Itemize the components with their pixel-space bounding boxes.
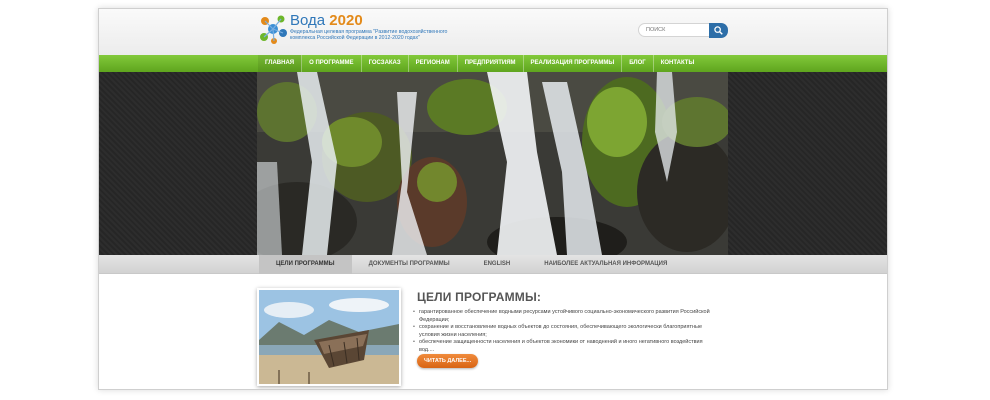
tab-bar: ЦЕЛИ ПРОГРАММЫ ДОКУМЕНТЫ ПРОГРАММЫ ENGLI… <box>99 255 887 274</box>
search-button[interactable] <box>709 23 728 38</box>
nav-item-regions[interactable]: РЕГИОНАМ <box>409 55 458 72</box>
nav-item-about[interactable]: О ПРОГРАММЕ <box>302 55 362 72</box>
search-icon <box>714 26 723 35</box>
nav-item-home[interactable]: ГЛАВНАЯ <box>258 55 303 72</box>
content-title: ЦЕЛИ ПРОГРАММЫ: <box>417 290 542 304</box>
list-item: сохранение и восстановление водных объек… <box>411 324 716 339</box>
logo-icon[interactable] <box>257 13 289 45</box>
main-nav: ГЛАВНАЯ О ПРОГРАММЕ ГОСЗАКАЗ РЕГИОНАМ ПР… <box>99 55 887 72</box>
tab-program-goals[interactable]: ЦЕЛИ ПРОГРАММЫ <box>259 255 352 274</box>
content-section: ЦЕЛИ ПРОГРАММЫ: гарантированное обеспече… <box>99 274 887 389</box>
nav-item-goszakaz[interactable]: ГОСЗАКАЗ <box>362 55 409 72</box>
logo-title[interactable]: Вода 2020 <box>290 12 363 29</box>
tab-program-documents[interactable]: ДОКУМЕНТЫ ПРОГРАММЫ <box>352 255 467 274</box>
list-item: обеспечение защищенности населения и объ… <box>411 339 716 354</box>
nav-item-enterprises[interactable]: ПРЕДПРИЯТИЯМ <box>458 55 524 72</box>
nav-item-contacts[interactable]: КОНТАКТЫ <box>654 55 702 72</box>
read-more-button[interactable]: ЧИТАТЬ ДАЛЕЕ... <box>417 354 479 368</box>
nav-item-blog[interactable]: БЛОГ <box>622 55 654 72</box>
hero-waterfall-image <box>257 72 728 255</box>
browser-page: Вода 2020 Федеральная целевая программа … <box>98 8 888 390</box>
tab-actual-info[interactable]: НАИБОЛЕЕ АКТУАЛЬНАЯ ИНФОРМАЦИЯ <box>527 255 684 274</box>
search-input[interactable]: ПОИСК <box>638 23 710 37</box>
logo-year: 2020 <box>329 12 363 29</box>
logo-title-text: Вода <box>290 12 326 29</box>
list-item: гарантированное обеспечение водными ресу… <box>411 309 716 324</box>
site-header: Вода 2020 Федеральная целевая программа … <box>99 9 887 55</box>
goals-list: гарантированное обеспечение водными ресу… <box>411 309 716 354</box>
logo-subtitle: Федеральная целевая программа "Развитие … <box>290 29 448 41</box>
nav-item-implementation[interactable]: РЕАЛИЗАЦИЯ ПРОГРАММЫ <box>524 55 623 72</box>
boat-photo <box>257 288 401 386</box>
tab-english[interactable]: ENGLISH <box>467 255 528 274</box>
